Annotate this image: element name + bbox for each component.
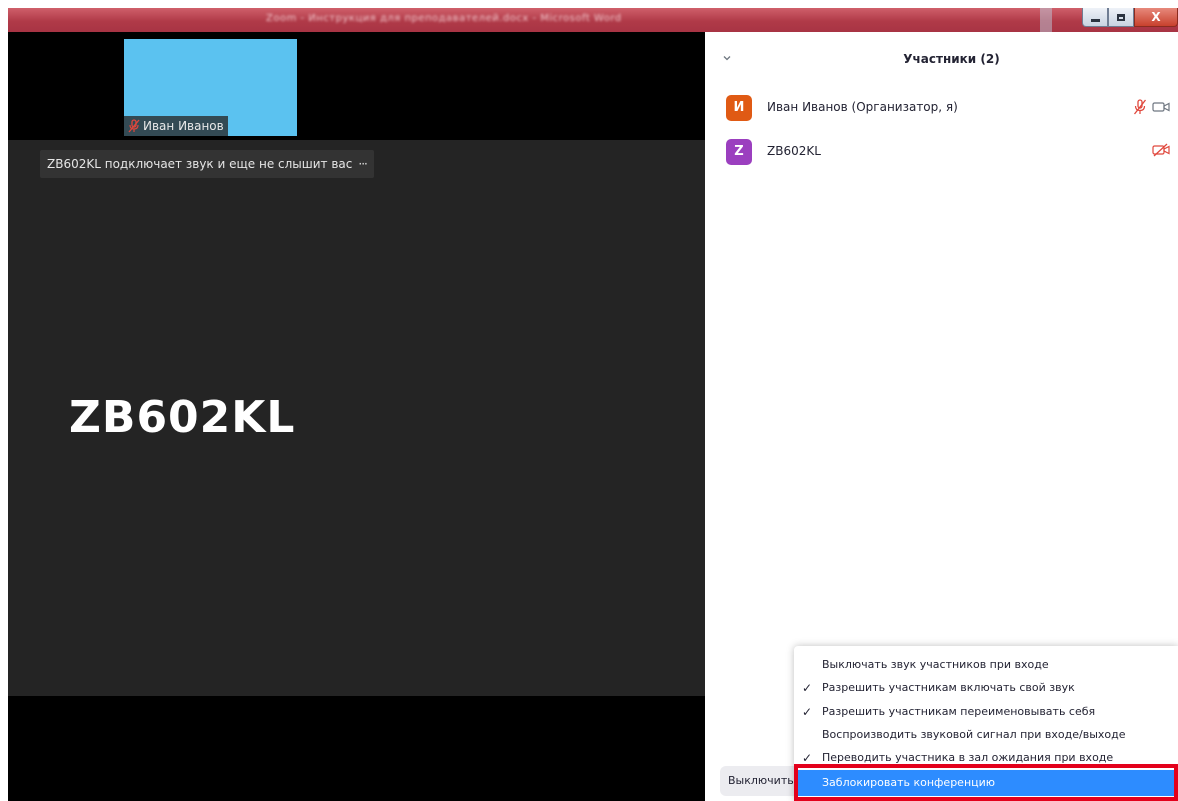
menu-item-label: Заблокировать конференцию: [822, 776, 996, 789]
menu-item-lock-meeting[interactable]: Заблокировать конференцию: [794, 770, 1178, 796]
avatar: И: [726, 95, 752, 121]
minimize-icon: [1090, 18, 1100, 22]
participant-name: Иван Иванов (Организатор, я): [767, 100, 958, 114]
thumbnail-name: Иван Иванов: [143, 119, 224, 133]
menu-item-waiting-room[interactable]: ✓ Переводить участника в зал ожидания пр…: [794, 747, 1178, 769]
mic-muted-icon: [128, 119, 140, 133]
video-camera-icon[interactable]: [1152, 101, 1170, 113]
self-video-thumbnail[interactable]: Иван Иванов: [124, 39, 297, 136]
menu-item-label: Переводить участника в зал ожидания при …: [822, 751, 1114, 764]
menu-item-allow-unmute[interactable]: ✓ Разрешить участникам включать свой зву…: [794, 677, 1178, 699]
close-button[interactable]: X: [1134, 8, 1178, 27]
thumbnail-name-label: Иван Иванов: [124, 116, 228, 136]
close-icon: X: [1151, 10, 1161, 24]
menu-item-label: Разрешить участникам включать свой звук: [822, 681, 1075, 694]
menu-item-label: Выключать звук участников при входе: [822, 658, 1049, 671]
panel-header: Участники (2): [705, 32, 1178, 86]
minimize-button[interactable]: [1082, 8, 1108, 27]
participant-row[interactable]: Z ZB602KL: [705, 133, 1178, 169]
window-controls: X: [1082, 8, 1178, 30]
maximize-icon: [1117, 13, 1125, 21]
video-area: Иван Иванов ZB602KL подключает звук и ещ…: [8, 32, 705, 801]
mute-all-button[interactable]: Выключить звук для всех: [720, 766, 800, 796]
participant-name: ZB602KL: [767, 144, 821, 158]
title-bar-gap: [1040, 8, 1052, 32]
participant-status-icons: [1133, 99, 1170, 115]
avatar: Z: [726, 139, 752, 165]
panel-title: Участники (2): [903, 52, 1000, 66]
video-off-icon[interactable]: [1152, 143, 1170, 157]
menu-item-label: Воспроизводить звуковой сигнал при входе…: [822, 728, 1126, 741]
participant-row[interactable]: И Иван Иванов (Организатор, я): [705, 89, 1178, 125]
menu-item-label: Разрешить участникам переименовывать себ…: [822, 705, 1096, 718]
active-speaker-name: ZB602KL: [69, 392, 296, 443]
window-title: Zoom - Инструкция для преподавателей.doc…: [266, 13, 622, 24]
window-title-bar: Zoom - Инструкция для преподавателей.doc…: [8, 8, 1178, 32]
active-speaker-video[interactable]: ZB602KL подключает звук и еще не слышит …: [8, 140, 705, 696]
checkmark-icon: ✓: [802, 705, 813, 719]
menu-item-mute-on-entry[interactable]: Выключать звук участников при входе: [794, 654, 1178, 676]
more-options-menu: Выключать звук участников при входе ✓ Ра…: [794, 646, 1178, 801]
menu-item-allow-rename[interactable]: ✓ Разрешить участникам переименовывать с…: [794, 701, 1178, 723]
menu-item-chime[interactable]: Воспроизводить звуковой сигнал при входе…: [794, 724, 1178, 746]
audio-connecting-notification: ZB602KL подключает звук и еще не слышит …: [40, 150, 374, 178]
checkmark-icon: ✓: [802, 751, 813, 765]
participant-status-icons: [1152, 143, 1170, 157]
mic-muted-icon[interactable]: [1133, 99, 1147, 115]
maximize-button[interactable]: [1108, 8, 1134, 27]
checkmark-icon: ✓: [802, 681, 813, 695]
more-icon[interactable]: ···: [358, 157, 368, 171]
notification-text: ZB602KL подключает звук и еще не слышит …: [47, 157, 353, 171]
